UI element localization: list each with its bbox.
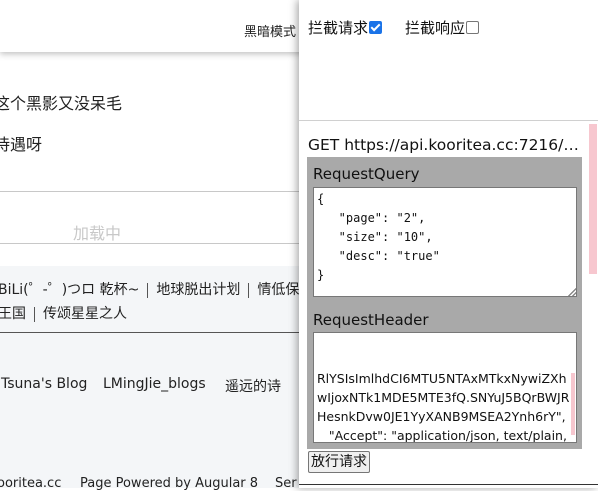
friend-links-row: 王国 传颂星星之人 (0, 303, 127, 323)
request-query-textarea[interactable]: { "page": "2", "size": "10", "desc": "tr… (313, 187, 577, 297)
friend-link-distant-poem[interactable]: 遥远的诗 (225, 376, 281, 396)
request-detail-box: RequestQuery { "page": "2", "size": "10"… (307, 157, 582, 449)
request-header-textarea[interactable]: RlYSIsImlhdCI6MTU5NTAxMTkxNywiZXhwIjoxNT… (313, 332, 577, 443)
intercept-request-toggle[interactable]: 拦截请求 (308, 17, 383, 38)
link-kingdom[interactable]: 王国 (0, 306, 26, 322)
intercept-toggles: 拦截请求 拦截响应 (299, 0, 598, 121)
link-separator (248, 282, 250, 298)
intercept-response-label: 拦截响应 (405, 19, 466, 37)
request-query-title: RequestQuery (313, 165, 420, 183)
link-separator (147, 282, 149, 298)
friend-links-row: BiLi(゜-゜)つロ 乾杯~ 地球脱出计划 情低保 (0, 279, 299, 299)
release-request-button[interactable]: 放行请求 (308, 451, 370, 473)
loading-indicator: 加载中 (73, 224, 122, 243)
post-text: 这个黑影又没呆毛 (0, 94, 123, 113)
divider (0, 243, 310, 244)
divider (0, 191, 310, 192)
request-header-title: RequestHeader (313, 311, 429, 329)
panel-bottom-border (299, 484, 598, 485)
post-text: 待遇呀 (0, 135, 43, 154)
link-bili[interactable]: BiLi(゜-゜)つロ 乾杯~ (0, 282, 139, 298)
intercept-request-checkbox[interactable] (369, 21, 383, 34)
footer-domain: ooritea.cc (0, 476, 62, 491)
friend-link-lmingjie[interactable]: LMingJie_blogs (103, 376, 206, 392)
interceptor-panel: 拦截请求 拦截响应 GET https://api.kooritea.cc:72… (299, 0, 598, 488)
dark-mode-toggle[interactable]: 黑暗模式 (244, 21, 296, 40)
link-separator (34, 306, 35, 322)
footer-powered-by: Page Powered by Augular 8 (80, 476, 259, 491)
resize-grip-icon[interactable] (568, 288, 576, 296)
friend-link-tsuna[interactable]: Tsuna's Blog (1, 376, 87, 392)
intercept-response-toggle[interactable]: 拦截响应 (405, 17, 480, 38)
intercept-request-label: 拦截请求 (308, 19, 369, 37)
divider (0, 332, 310, 333)
link-earth-escape[interactable]: 地球脱出计划 (156, 282, 240, 298)
request-header-text: RlYSIsImlhdCI6MTU5NTAxMTkxNywiZXhwIjoxNT… (317, 371, 570, 443)
textarea-scrollbar[interactable] (571, 373, 575, 435)
link-third[interactable]: 情低保 (257, 282, 299, 298)
request-url: GET https://api.kooritea.cc:7216/blog/po… (308, 136, 588, 154)
panel-scrollbar[interactable] (589, 124, 597, 274)
footer-server: Ser (275, 476, 297, 491)
link-star-singer[interactable]: 传颂星星之人 (43, 306, 127, 322)
site-header: 黑暗模式 (0, 0, 310, 52)
intercept-response-checkbox[interactable] (466, 21, 480, 34)
